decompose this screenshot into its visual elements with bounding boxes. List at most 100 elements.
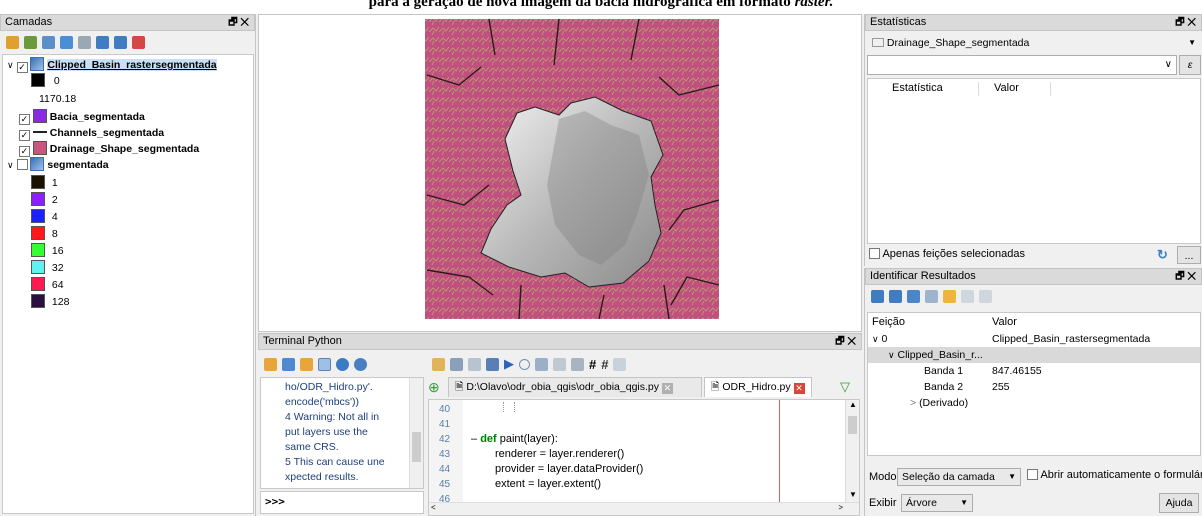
expand-new-icon[interactable] <box>907 289 920 303</box>
code-editor[interactable]: 40 41 42– def paint(layer): 43 renderer =… <box>428 399 860 516</box>
highlight-icon[interactable] <box>943 289 956 303</box>
class-label: 1 <box>51 177 58 189</box>
class-swatch <box>31 294 45 308</box>
collapse-tree-icon[interactable] <box>889 289 902 303</box>
statistics-panel: Estatísticas 🗗 ✕ Drainage_Shape_segmenta… <box>864 14 1202 266</box>
new-tab-icon[interactable]: ⊕ <box>428 379 440 396</box>
code-lines: 40 41 42– def paint(layer): 43 renderer =… <box>429 402 769 507</box>
view-select[interactable]: Árvore ▼ <box>901 494 973 512</box>
output-scrollbar[interactable] <box>409 378 423 488</box>
help-icon[interactable] <box>354 357 367 371</box>
layer-checkbox[interactable]: ✓ <box>16 62 28 73</box>
run-script-icon[interactable]: ▶ <box>504 356 514 372</box>
visibility-eye-icon[interactable] <box>42 35 55 49</box>
show-editor-icon[interactable] <box>318 357 331 371</box>
editor-vscrollbar[interactable]: ▲ ▼ <box>845 400 859 503</box>
comment-icon[interactable]: # <box>589 357 596 372</box>
editor-hscrollbar[interactable]: < > <box>429 502 859 515</box>
remove-layer-icon[interactable] <box>132 35 145 49</box>
clear-results-icon[interactable] <box>925 289 938 303</box>
layer-checkbox[interactable] <box>16 159 28 170</box>
expand-tree-icon[interactable] <box>871 289 884 303</box>
class-swatch <box>31 192 45 206</box>
layer-checkbox[interactable]: ✓ <box>18 130 30 141</box>
layers-panel-title: Camadas <box>5 16 53 28</box>
help-button[interactable]: Ajuda <box>1159 493 1199 513</box>
layer-checkbox[interactable]: ✓ <box>18 114 30 125</box>
chevron-down-icon: ∨ <box>1164 59 1172 70</box>
scrollbar-thumb[interactable] <box>848 416 857 434</box>
open-external-icon[interactable] <box>450 357 463 371</box>
tab-close-icon[interactable]: ✕ <box>793 383 805 394</box>
more-options-button[interactable]: ... <box>1177 246 1201 264</box>
editor-tabs: ⊕ 🗎 D:\Olavo\odr_obia_qgis\odr_obia_qgis… <box>428 377 860 399</box>
code-line: 40 <box>429 402 769 417</box>
layer-item-bacia[interactable]: ✓ Bacia_segmentada <box>7 109 145 125</box>
import-class-icon[interactable] <box>282 357 295 371</box>
class-label: 16 <box>51 245 64 257</box>
dock-float-close-icon[interactable]: 🗗 ✕ <box>228 15 249 30</box>
layer-item-channels[interactable]: ✓ Channels_segmentada <box>7 125 164 141</box>
console-input[interactable]: >>> <box>260 491 424 514</box>
caption-italic: raster. <box>794 0 834 10</box>
identify-header: Identificar Resultados 🗗 ✕ <box>865 268 1202 285</box>
layer-select[interactable]: Drainage_Shape_segmentada ▼ <box>867 34 1201 52</box>
class-item: 32 <box>31 260 64 276</box>
refresh-icon[interactable]: ↻ <box>1157 247 1168 263</box>
console-output[interactable]: ho/ODR_Hidro.py'. encode('mbcs')) 4 Warn… <box>260 377 424 489</box>
object-inspector-icon[interactable] <box>613 357 627 371</box>
auto-open-checkbox[interactable] <box>1027 469 1038 480</box>
class-swatch <box>31 209 45 223</box>
result-row[interactable]: Banda 1 847.46155 <box>924 363 1194 379</box>
field-select[interactable]: ∨ <box>867 55 1177 75</box>
save-as-icon[interactable] <box>486 357 499 371</box>
paste-icon[interactable] <box>571 357 584 371</box>
layer-item-drainage[interactable]: ✓ Drainage_Shape_segmentada <box>7 141 199 157</box>
class-label: 128 <box>51 296 70 308</box>
scroll-up-icon[interactable]: ▲ <box>849 400 857 409</box>
map-canvas[interactable] <box>258 14 862 332</box>
line-number: 43 <box>439 449 451 460</box>
layer-checkbox[interactable]: ✓ <box>18 146 30 157</box>
dock-float-close-icon[interactable]: 🗗 ✕ <box>1175 269 1196 284</box>
result-row[interactable]: Banda 2 255 <box>924 379 1194 395</box>
uncomment-icon[interactable]: # <box>601 357 608 372</box>
scroll-right-icon[interactable]: > <box>838 503 843 512</box>
layer-item-segmentada[interactable]: ∨ segmentada <box>7 157 109 173</box>
cut-icon[interactable] <box>535 357 548 371</box>
expand-all-icon[interactable] <box>96 35 109 49</box>
collapse-all-icon[interactable] <box>114 35 127 49</box>
tab-close-icon[interactable]: ✕ <box>661 383 673 394</box>
clear-console-icon[interactable] <box>264 357 277 371</box>
run-command-icon[interactable] <box>300 357 313 371</box>
result-row[interactable]: > (Derivado) <box>910 395 1180 411</box>
tab-odr-hidro[interactable]: 🗎 ODR_Hidro.py ✕ <box>704 377 812 397</box>
add-group-icon[interactable] <box>24 35 37 49</box>
print-icon[interactable] <box>979 289 992 303</box>
find-icon[interactable] <box>519 358 530 370</box>
settings-icon[interactable] <box>336 357 349 371</box>
expression-button[interactable]: ε <box>1179 55 1201 75</box>
save-icon[interactable] <box>468 357 481 371</box>
copy-feature-icon[interactable] <box>961 289 974 303</box>
scroll-left-icon[interactable]: < <box>431 503 436 512</box>
dock-float-close-icon[interactable]: 🗗 ✕ <box>835 334 856 349</box>
result-row-selected[interactable]: ∨ Clipped_Basin_r... <box>868 347 1200 363</box>
only-selected-checkbox[interactable] <box>869 248 880 259</box>
filter-expression-icon[interactable] <box>78 35 91 49</box>
tab-list-icon[interactable]: ▽ <box>840 379 850 395</box>
mode-select[interactable]: Seleção da camada ▼ <box>897 468 1021 486</box>
open-file-icon[interactable] <box>432 357 445 371</box>
only-selected-option[interactable]: Apenas feições selecionadas <box>869 248 1025 260</box>
copy-icon[interactable] <box>553 357 566 371</box>
layer-item-clipped-basin[interactable]: ∨ ✓ Clipped_Basin_rastersegmentada <box>7 57 217 73</box>
result-row[interactable]: ∨ 0 Clipped_Basin_rastersegmentada <box>872 331 1192 347</box>
class-label: 64 <box>51 279 64 291</box>
dock-float-close-icon[interactable]: 🗗 ✕ <box>1175 15 1196 30</box>
scroll-down-icon[interactable]: ▼ <box>849 490 857 499</box>
auto-open-option[interactable]: Abrir automaticamente o formulário <box>1027 469 1202 481</box>
tab-odr-obia[interactable]: 🗎 D:\Olavo\odr_obia_qgis\odr_obia_qgis.p… <box>448 377 702 397</box>
filter-icon[interactable] <box>60 35 73 49</box>
scrollbar-thumb[interactable] <box>412 432 421 462</box>
style-brush-icon[interactable] <box>6 35 19 49</box>
